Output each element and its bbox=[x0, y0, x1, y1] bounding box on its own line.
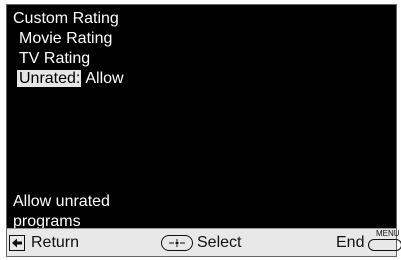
menu-item-unrated[interactable]: Unrated: Allow bbox=[17, 69, 124, 88]
unrated-value: Allow bbox=[85, 70, 124, 87]
return-button[interactable]: Return bbox=[9, 234, 79, 252]
menu-item-tv-rating[interactable]: TV Rating bbox=[19, 49, 90, 68]
help-line-1: Allow unrated bbox=[13, 193, 110, 210]
end-label: End bbox=[336, 234, 365, 251]
help-text: Allow unrated programs bbox=[13, 192, 213, 232]
left-arrow-icon bbox=[9, 235, 25, 251]
tv-screen: Custom Rating Movie Rating TV Rating Unr… bbox=[6, 4, 401, 257]
select-label: Select bbox=[197, 234, 242, 251]
footer-bar: Return Select End MENU bbox=[7, 228, 401, 256]
select-button[interactable]: Select bbox=[161, 234, 241, 252]
menu-title: Custom Rating bbox=[13, 10, 119, 27]
selected-item-label: Unrated: bbox=[17, 70, 82, 87]
return-label: Return bbox=[31, 234, 80, 251]
menu-item-label: Movie Rating bbox=[19, 30, 113, 47]
joystick-icon bbox=[161, 235, 193, 251]
menu-button-label: MENU bbox=[376, 229, 400, 238]
end-button[interactable]: End MENU bbox=[336, 229, 401, 252]
menu-item-label: TV Rating bbox=[19, 50, 91, 67]
menu-item-movie-rating[interactable]: Movie Rating bbox=[19, 29, 112, 48]
menu-button-icon bbox=[368, 239, 401, 251]
